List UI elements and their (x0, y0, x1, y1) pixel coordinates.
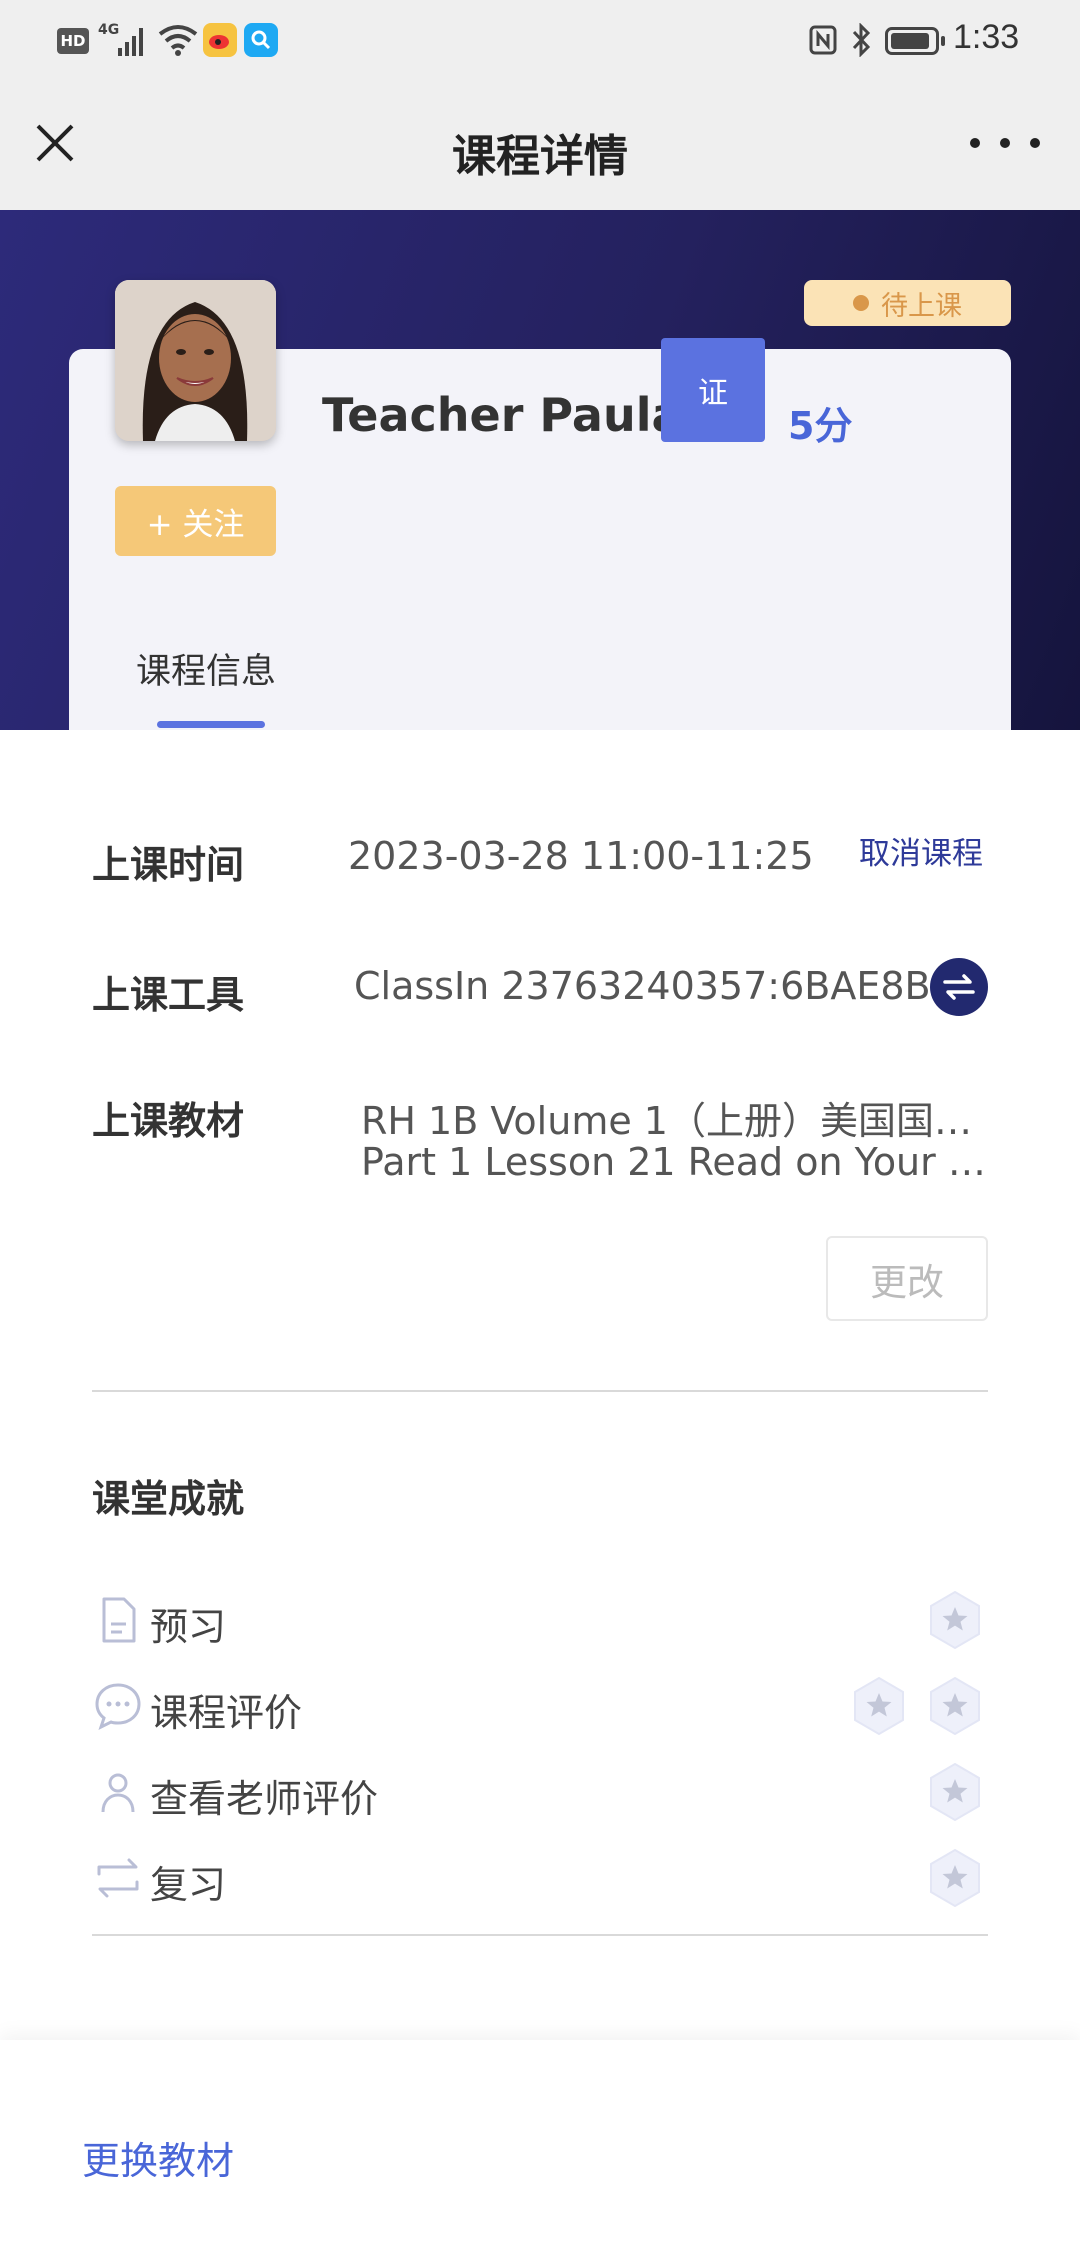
tab-course-info[interactable]: 课程信息 (136, 643, 276, 694)
material-label: 上课教材 (92, 1099, 245, 1143)
change-material-button[interactable]: 更改 (826, 1236, 988, 1321)
teacher-name: Teacher Paula. (322, 388, 700, 442)
more-dot-icon (1000, 138, 1010, 148)
star-icon (924, 1589, 986, 1651)
star-icon (848, 1675, 910, 1737)
teacher-score: 5分 (788, 404, 853, 448)
page-title: 课程详情 (452, 131, 628, 182)
achievement-label: 预习 (150, 1605, 227, 1649)
hd-icon: HD (57, 28, 89, 54)
cancel-course-link[interactable]: 取消课程 (859, 828, 983, 873)
class-tool-value: ClassIn 23763240357:6BAE8B (354, 964, 931, 1008)
achievement-preview[interactable]: 预习 (92, 1586, 988, 1656)
more-options-button[interactable] (970, 128, 1040, 158)
active-tab-indicator (157, 721, 265, 728)
document-icon (92, 1594, 144, 1646)
clock: 1:33 (953, 18, 1020, 56)
battery-level (891, 33, 929, 49)
repeat-icon (92, 1852, 144, 1904)
material-lesson: Part 1 Lesson 21 Read on Your … (361, 1140, 986, 1184)
search-app-icon (244, 23, 278, 57)
bluetooth-icon (846, 22, 876, 58)
chat-icon (92, 1680, 144, 1732)
star-icon (924, 1675, 986, 1737)
class-tool-label: 上课工具 (92, 973, 245, 1017)
achievement-teacher-review[interactable]: 查看老师评价 (92, 1758, 988, 1828)
signal-icon (118, 24, 148, 56)
class-status-badge: 待上课 (804, 280, 1011, 326)
avatar-image (115, 280, 276, 441)
certified-badge: 证 (661, 338, 765, 442)
star-icon (924, 1847, 986, 1909)
hd-label: HD (60, 32, 86, 50)
battery-icon (885, 27, 945, 55)
nfc-icon (806, 22, 840, 58)
class-status-label: 待上课 (881, 290, 962, 322)
teacher-avatar[interactable] (115, 280, 276, 441)
switch-tool-button[interactable] (930, 958, 988, 1016)
section-divider (92, 1390, 988, 1392)
achievement-label: 复习 (150, 1863, 227, 1907)
section-divider (92, 1934, 988, 1936)
more-dot-icon (970, 138, 980, 148)
person-icon (92, 1766, 144, 1818)
title-bar: 课程详情 (0, 82, 1080, 210)
weibo-icon (203, 23, 237, 57)
replace-material-link[interactable]: 更换教材 (82, 2130, 234, 2185)
class-time-label: 上课时间 (92, 843, 245, 887)
more-dot-icon (1030, 138, 1040, 148)
class-time-value: 2023-03-28 11:00-11:25 (348, 834, 814, 878)
network-type-label: 4G (98, 22, 120, 38)
achievement-label: 课程评价 (150, 1691, 303, 1735)
wifi-icon (158, 22, 198, 58)
status-dot-icon (853, 295, 869, 311)
swap-icon (943, 974, 975, 1000)
status-bar: HD 4G 1:33 (0, 0, 1080, 82)
achievements-title: 课堂成就 (92, 1477, 245, 1521)
achievement-label: 查看老师评价 (150, 1777, 379, 1821)
follow-button[interactable]: + 关注 (115, 486, 276, 556)
achievement-course-review[interactable]: 课程评价 (92, 1672, 988, 1742)
achievement-review[interactable]: 复习 (92, 1844, 988, 1914)
material-title: RH 1B Volume 1（上册）美国国… (361, 1099, 972, 1143)
star-icon (924, 1761, 986, 1823)
